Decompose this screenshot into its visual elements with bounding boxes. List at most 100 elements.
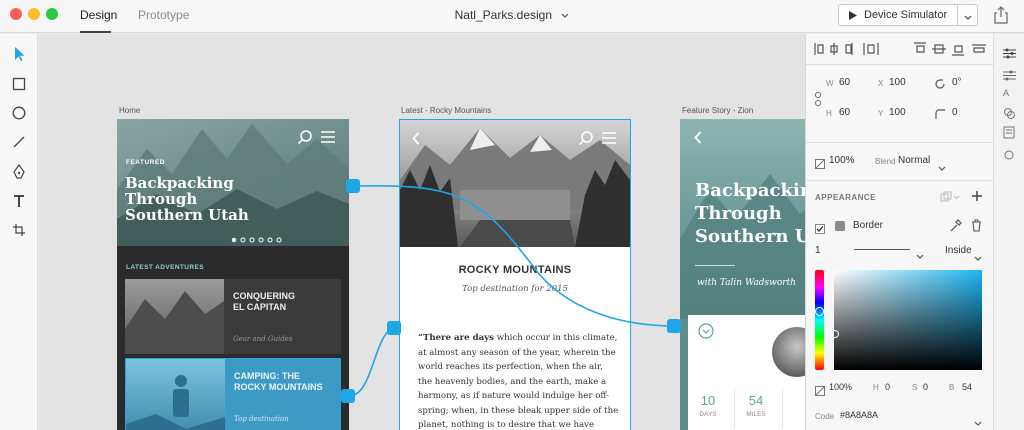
stat-label: MILES <box>746 411 766 418</box>
back-icon[interactable] <box>412 132 420 150</box>
hex-code-field[interactable]: #8A8A8A <box>840 410 878 420</box>
document-title[interactable]: Natl_Parks.design <box>455 8 552 22</box>
minimize-window-button[interactable] <box>28 8 40 20</box>
menu-icon[interactable] <box>321 130 335 148</box>
card-title: CONQUERING EL CAPITAN <box>233 291 295 313</box>
device-simulator-button[interactable]: Device Simulator <box>838 4 978 26</box>
code-label: Code <box>815 412 835 421</box>
chevron-down-icon[interactable] <box>964 12 972 24</box>
hue-slider-thumb[interactable] <box>815 307 824 316</box>
rectangle-tool-icon[interactable] <box>9 74 29 94</box>
divider <box>806 142 993 143</box>
assets-icon[interactable] <box>1003 126 1015 144</box>
tab-prototype[interactable]: Prototype <box>138 0 189 33</box>
link-icon[interactable] <box>814 91 822 112</box>
wire-target-arrow[interactable] <box>667 319 681 333</box>
opacity-field[interactable]: 100% <box>829 155 855 166</box>
rotation-field[interactable]: 0° <box>952 77 962 88</box>
width-field[interactable]: 60 <box>839 77 850 88</box>
saturation-field[interactable]: 0 <box>923 382 928 392</box>
back-icon[interactable] <box>694 131 702 149</box>
artboard-feature-story-zion[interactable]: Backpacking Through Southern Utah with T… <box>680 119 805 430</box>
brightness-label: B <box>949 383 955 392</box>
h-label: H <box>826 109 832 118</box>
saturation-brightness-field[interactable] <box>834 270 982 370</box>
alpha-field[interactable]: 100% <box>829 382 852 392</box>
list-item[interactable]: CONQUERING EL CAPITAN Gear and Guides <box>125 279 341 354</box>
hue-field[interactable]: 0 <box>885 382 890 392</box>
wire-target-arrow[interactable] <box>387 321 401 335</box>
byline: with Talin Wadsworth <box>697 278 796 288</box>
select-tool-icon[interactable] <box>9 44 29 64</box>
chevron-down-icon[interactable] <box>974 414 982 430</box>
body-line: which occur in this climate, <box>494 333 618 343</box>
tools-toolbar <box>0 34 38 430</box>
design-canvas[interactable]: Home FEATURED Backpacking Through Southe… <box>39 34 805 430</box>
zoom-window-button[interactable] <box>46 8 58 20</box>
headline-line: Backpacking <box>695 180 805 201</box>
carousel-dots[interactable] <box>231 230 287 248</box>
card-subtitle: Gear and Guides <box>233 335 293 343</box>
stat-label: DAYS <box>699 411 717 418</box>
stat-value: 10 <box>700 393 716 408</box>
properties-panel-icon[interactable] <box>1003 46 1016 64</box>
list-item-selected[interactable]: CAMPING: THE ROCKY MOUNTAINS Top destina… <box>125 358 341 430</box>
eyedropper-icon[interactable] <box>950 219 962 237</box>
artboard-label-zion[interactable]: Feature Story - Zion <box>682 106 753 115</box>
blend-select[interactable]: Normal <box>898 155 930 166</box>
search-icon[interactable] <box>297 129 313 150</box>
artboard-rocky-mountains[interactable]: ROCKY MOUNTAINS Top destination for 2015… <box>399 119 631 430</box>
height-field[interactable]: 60 <box>839 107 850 118</box>
color-picker-cursor[interactable] <box>831 330 839 338</box>
menu-icon[interactable] <box>602 131 616 149</box>
wire-handle[interactable] <box>341 389 355 403</box>
close-window-button[interactable] <box>10 8 22 20</box>
chevron-down-icon[interactable] <box>938 159 946 177</box>
chevron-down-icon[interactable] <box>916 247 924 265</box>
border-position-select[interactable]: Inside <box>945 245 972 256</box>
checkbox-checked-icon[interactable] <box>815 221 825 239</box>
ellipse-tool-icon[interactable] <box>9 103 29 123</box>
headline-line: Backpacking <box>125 174 234 192</box>
divider <box>806 64 993 65</box>
chevron-down-icon[interactable] <box>974 249 982 267</box>
character-styles-icon[interactable]: A <box>1003 88 1009 98</box>
line-tool-icon[interactable] <box>9 132 29 152</box>
border-width-field[interactable]: 1 <box>815 245 821 256</box>
article-title: ROCKY MOUNTAINS <box>458 264 572 276</box>
add-icon[interactable] <box>971 189 983 207</box>
circle-icon[interactable] <box>1004 147 1014 165</box>
border-color-swatch[interactable] <box>835 221 845 231</box>
share-icon[interactable] <box>990 4 1012 26</box>
body-line: spring; when, in these bleak upper side … <box>418 405 619 416</box>
chevron-down-icon[interactable] <box>561 0 569 30</box>
wire-handle[interactable] <box>346 179 360 193</box>
hue-slider[interactable] <box>815 270 824 370</box>
radius-field[interactable]: 0 <box>952 107 958 118</box>
trash-icon[interactable] <box>971 219 982 237</box>
artboard-label-rocky[interactable]: Latest - Rocky Mountains <box>401 106 491 115</box>
body-line: planet, nothing is to desire that we hav… <box>418 420 595 430</box>
y-field[interactable]: 100 <box>889 107 906 118</box>
card-thumbnail <box>126 359 225 430</box>
copy-style-icon[interactable] <box>940 190 960 208</box>
x-field[interactable]: 100 <box>889 77 906 88</box>
artboard-home[interactable]: FEATURED Backpacking Through Southern Ut… <box>117 119 349 430</box>
chevron-down-circle-icon[interactable] <box>698 323 714 344</box>
stat-days: 10 DAYS <box>688 393 728 418</box>
pen-tool-icon[interactable] <box>9 162 29 182</box>
brightness-field[interactable]: 54 <box>962 382 972 392</box>
body-line: at almost any season of the year, wherei… <box>418 347 616 358</box>
layers-settings-icon[interactable] <box>1003 68 1016 86</box>
x-label: X <box>878 79 884 88</box>
text-tool-icon[interactable] <box>9 191 29 211</box>
zion-headline: Backpacking Through Southern Utah <box>695 179 805 248</box>
card-title-line: EL CAPITAN <box>233 302 287 312</box>
tab-design[interactable]: Design <box>80 0 117 33</box>
stat-divider <box>734 389 735 429</box>
panel-rail: A <box>993 34 1024 430</box>
artboard-tool-icon[interactable] <box>9 220 29 240</box>
artboard-label-home[interactable]: Home <box>119 106 140 115</box>
symbols-icon[interactable] <box>1003 106 1015 124</box>
search-icon[interactable] <box>578 130 594 151</box>
